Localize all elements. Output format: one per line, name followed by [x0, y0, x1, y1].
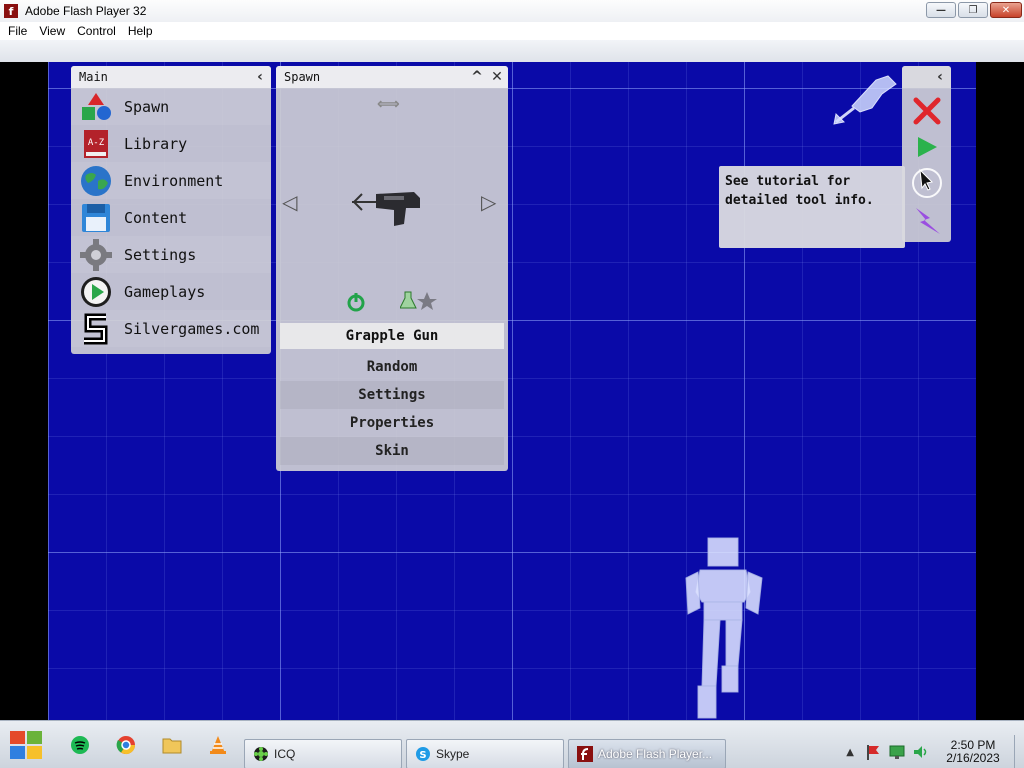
taskbar-item-skype[interactable]: S Skype [406, 739, 564, 768]
flask-favorite-icon[interactable] [400, 290, 438, 312]
spawn-panel-title: Spawn [284, 70, 321, 84]
taskbar-item-label: ICQ [274, 747, 296, 761]
book-az-icon: A-Z [84, 129, 108, 158]
grapple-gun-preview [352, 192, 420, 226]
menu-help[interactable]: Help [122, 24, 159, 38]
skype-icon: S [416, 747, 430, 761]
spawn-random-button[interactable]: Random [280, 353, 504, 381]
action-center-flag-icon[interactable] [864, 743, 882, 761]
spawn-settings-button[interactable]: Settings [280, 381, 504, 409]
next-item-button[interactable]: ▷ [481, 190, 496, 214]
main-panel-title: Main [79, 70, 108, 84]
flash-icon [577, 746, 593, 762]
show-desktop-button[interactable] [1014, 735, 1024, 768]
volume-icon[interactable] [912, 743, 930, 761]
main-item-spawn[interactable]: Spawn [71, 88, 271, 125]
flash-player-icon: f [4, 4, 18, 18]
main-item-label: Content [124, 208, 188, 227]
tools-panel-collapse-button[interactable]: ‹ [931, 68, 949, 86]
spawn-panel-collapse-button[interactable]: ^ [468, 68, 486, 86]
main-item-environment[interactable]: Environment [71, 162, 271, 199]
spawn-options-list: Random Settings Properties Skin [276, 353, 508, 465]
gear-icon [80, 238, 112, 271]
window-titlebar: f Adobe Flash Player 32 — ❐ ✕ [0, 0, 1024, 22]
vlc-icon[interactable] [206, 733, 230, 757]
main-item-library[interactable]: A-Z Library [71, 125, 271, 162]
grapple-gun-tool-icon [833, 75, 897, 125]
flip-direction-icon[interactable]: ⟺ [377, 94, 400, 113]
maximize-button[interactable]: ❐ [958, 2, 988, 18]
svg-text:S: S [419, 750, 426, 761]
start-windows-icon[interactable] [8, 727, 46, 763]
close-button[interactable]: ✕ [990, 2, 1022, 18]
selected-item-name: Grapple Gun [280, 323, 504, 349]
silvergames-logo-icon [84, 313, 108, 344]
main-item-label: Settings [124, 245, 197, 264]
timer-tool-icon[interactable] [910, 166, 944, 200]
taskbar-item-icq[interactable]: ICQ [244, 739, 402, 768]
main-panel: Main ‹ Spawn A-Z Library Environment Con… [71, 66, 271, 354]
system-clock[interactable]: 2:50 PM 2/16/2023 [938, 739, 1008, 765]
chrome-icon[interactable] [114, 733, 138, 757]
power-toggle-icon[interactable] [346, 292, 366, 312]
prev-item-button[interactable]: ◁ [282, 190, 297, 214]
window-title: Adobe Flash Player 32 [25, 4, 147, 18]
play-icon [81, 276, 111, 307]
spawn-panel: Spawn ^ ✕ ⟺ ◁ ▷ Grapple Gun Random Setti… [276, 66, 508, 471]
taskbar-item-label: Skype [436, 747, 470, 761]
show-hidden-icons-button[interactable]: ▲ [846, 747, 854, 758]
main-item-label: Spawn [124, 97, 170, 116]
taskbar: ICQ S Skype Adobe Flash Player... ▲ 2:50… [0, 720, 1024, 768]
shapes-icon [82, 92, 111, 120]
window-controls: — ❐ ✕ [926, 2, 1022, 18]
main-item-label: Library [124, 134, 188, 153]
spawn-panel-close-button[interactable]: ✕ [488, 68, 506, 86]
menu-view[interactable]: View [33, 24, 71, 38]
tooltip: See tutorial for detailed tool info. [719, 166, 905, 248]
ragdoll-figure[interactable] [676, 536, 772, 720]
menu-strip [0, 40, 1024, 62]
icq-icon [254, 747, 268, 761]
main-menu-list: Spawn A-Z Library Environment Content Se… [71, 88, 271, 347]
main-item-label: Gameplays [124, 282, 206, 301]
network-icon[interactable] [888, 743, 906, 761]
globe-icon [81, 165, 111, 196]
svg-text:A-Z: A-Z [88, 138, 105, 148]
lightning-tool-icon[interactable] [912, 206, 942, 236]
taskbar-item-flash-player[interactable]: Adobe Flash Player... [568, 739, 726, 768]
menu-bar: File View Control Help [0, 22, 1024, 40]
clock-date: 2/16/2023 [946, 751, 1000, 765]
main-item-label: Environment [124, 171, 224, 190]
delete-tool-icon[interactable] [912, 96, 942, 126]
system-tray: ▲ 2:50 PM 2/16/2023 [846, 735, 1024, 768]
main-item-content[interactable]: Content [71, 199, 271, 236]
play-tool-icon[interactable] [914, 134, 940, 160]
tools-panel-header: ‹ [902, 66, 951, 88]
minimize-button[interactable]: — [926, 2, 956, 18]
main-panel-header: Main ‹ [71, 66, 271, 88]
spawn-properties-button[interactable]: Properties [280, 409, 504, 437]
menu-control[interactable]: Control [71, 24, 122, 38]
menu-file[interactable]: File [2, 24, 33, 38]
main-item-settings[interactable]: Settings [71, 236, 271, 273]
floppy-disk-icon [82, 203, 110, 232]
main-panel-collapse-button[interactable]: ‹ [251, 68, 269, 86]
main-item-silvergames[interactable]: Silvergames.com [71, 310, 271, 347]
file-explorer-icon[interactable] [160, 733, 184, 757]
main-item-gameplays[interactable]: Gameplays [71, 273, 271, 310]
spawn-skin-button[interactable]: Skin [280, 437, 504, 465]
spotify-icon[interactable] [68, 733, 92, 757]
tools-panel: ‹ [902, 66, 951, 242]
main-item-label: Silvergames.com [124, 319, 260, 338]
spawn-panel-header: Spawn ^ ✕ [276, 66, 508, 88]
taskbar-item-label: Adobe Flash Player... [598, 747, 713, 761]
